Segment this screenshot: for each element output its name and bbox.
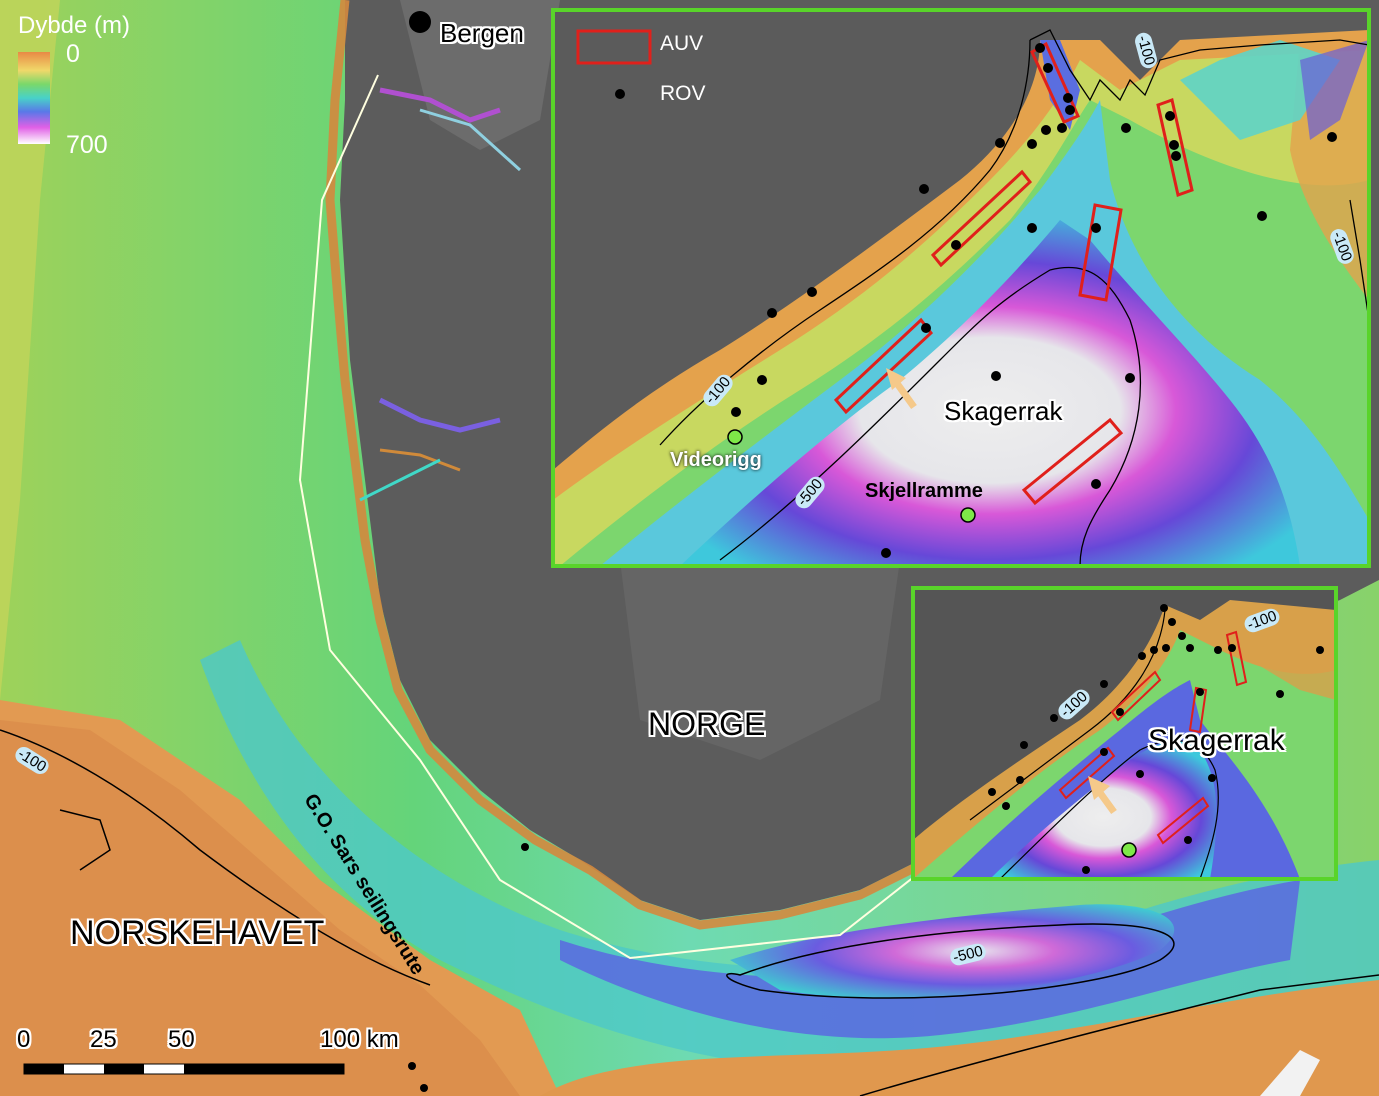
videorigg-station [727, 429, 743, 445]
bergen-point [409, 11, 431, 33]
scale-label-50: 50 [168, 1026, 195, 1053]
label-skagerrak-inset-small: Skagerrak [1148, 724, 1285, 757]
label-bergen: Bergen [440, 18, 524, 48]
label-norskehavet: NORSKEHAVET [70, 914, 325, 952]
scale-label-0: 0 [17, 1026, 31, 1053]
legend-title: Dybde (m) [18, 12, 131, 39]
label-skjellramme: Skjellramme [865, 480, 983, 502]
label-videorigg: Videorigg [670, 449, 762, 471]
skjellramme-station [960, 507, 976, 523]
legend-min: 0 [66, 40, 80, 68]
scale-bar [23, 1063, 345, 1075]
label-skagerrak-inset-large: Skagerrak [944, 396, 1063, 426]
label-norge: NORGE [648, 706, 766, 742]
legend-rov-swatch [615, 89, 625, 99]
scale-label-100: 100 km [320, 1026, 399, 1053]
bathymetry-map: Dybde (m) 0 700 Bergen NORGE NORSKEHAVET… [0, 0, 1379, 1096]
legend-auv-label: AUV [660, 32, 704, 55]
scale-label-25: 25 [90, 1026, 117, 1053]
legend-max: 700 [66, 131, 108, 159]
legend-color-ramp [18, 52, 50, 144]
legend-rov-label: ROV [660, 82, 706, 105]
